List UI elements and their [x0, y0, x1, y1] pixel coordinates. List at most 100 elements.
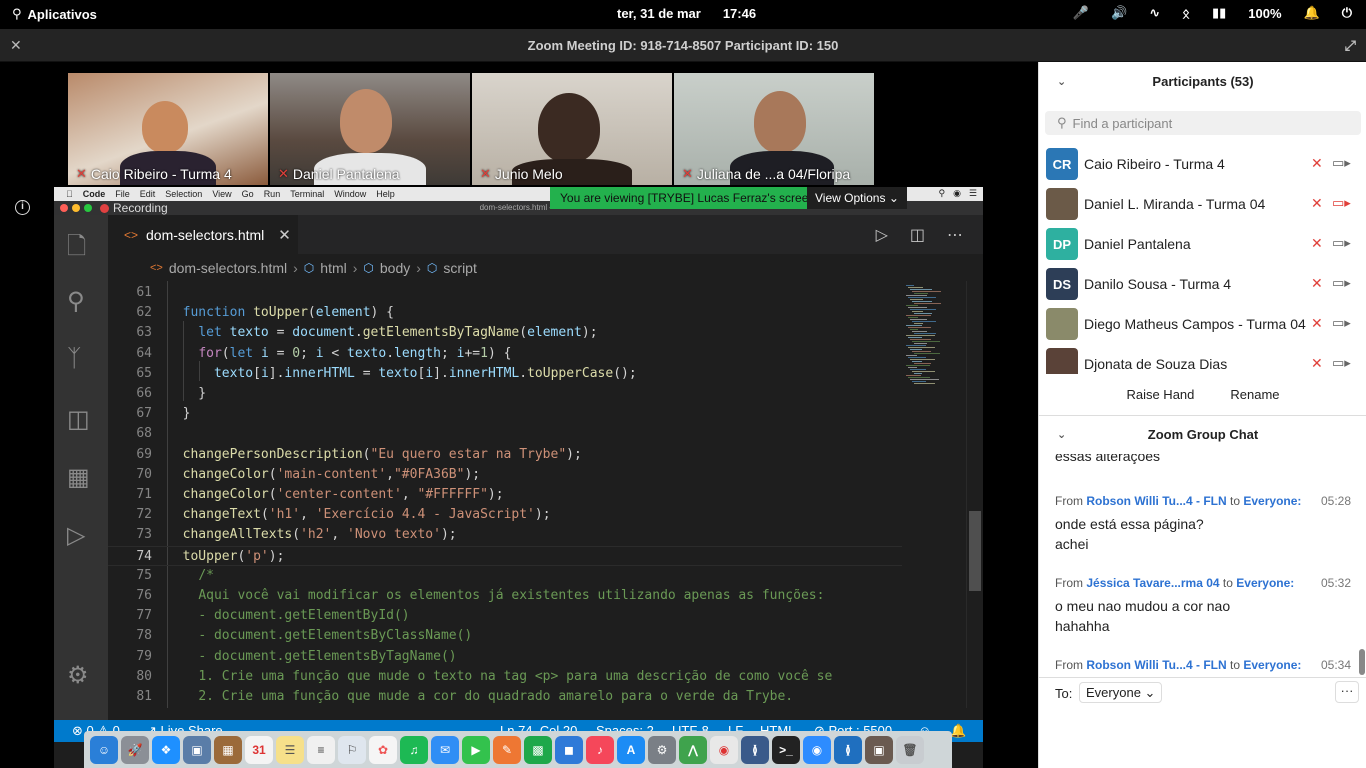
wifi-icon[interactable]: ∿: [1149, 5, 1160, 21]
run-icon[interactable]: ▷: [876, 225, 888, 245]
mic-muted-icon[interactable]: ✕: [1311, 275, 1323, 292]
code-line[interactable]: 79 - document.getElementsByTagName(): [108, 647, 954, 667]
preview-icon[interactable]: ▣: [183, 735, 211, 764]
participant-item[interactable]: Diego Matheus Campos - Turma 04 ✕ ▭▸: [1039, 304, 1366, 344]
code-line[interactable]: 64 for(let i = 0; i < texto.length; i+=1…: [108, 344, 954, 364]
trash-icon[interactable]: 🗑: [896, 735, 924, 764]
code-line[interactable]: 76 Aqui você vai modificar os elementos …: [108, 586, 954, 606]
participant-item[interactable]: DS Danilo Sousa - Turma 4 ✕ ▭▸: [1039, 264, 1366, 304]
participant-item[interactable]: Daniel L. Miranda - Turma 04 ✕ ▭▸: [1039, 184, 1366, 224]
scrollbar-thumb[interactable]: [1359, 649, 1365, 675]
sender-name[interactable]: Robson Willi Tu...4 - FLN: [1086, 494, 1226, 508]
participant-list[interactable]: CR Caio Ribeiro - Turma 4 ✕ ▭▸ Daniel L. Mir…: [1039, 144, 1366, 374]
code-line[interactable]: 62 function toUpper(element) {: [108, 303, 954, 323]
image-thumbnail-icon[interactable]: ▣: [865, 735, 893, 764]
facetime-icon[interactable]: ▶: [462, 735, 490, 764]
video-camera-icon[interactable]: ▭▸: [1332, 315, 1351, 331]
code-line[interactable]: 67 }: [108, 404, 954, 424]
video-camera-icon[interactable]: ▭▸: [1332, 355, 1351, 371]
chat-scrollbar[interactable]: [1359, 454, 1365, 677]
more-actions-icon[interactable]: ⋯: [947, 225, 963, 245]
notification-bell-icon[interactable]: 🔔: [1304, 5, 1320, 21]
collapse-chevron-icon[interactable]: ⌄: [1057, 62, 1066, 102]
sender-name[interactable]: Jéssica Tavare...rma 04: [1086, 576, 1219, 590]
microphone-icon[interactable]: 🎤: [1073, 5, 1089, 21]
system-preferences-icon[interactable]: ⚙: [648, 735, 676, 764]
source-control-icon[interactable]: ᛉ: [67, 345, 81, 373]
code-line[interactable]: 69 changePersonDescription("Eu quero est…: [108, 445, 954, 465]
explorer-icon[interactable]: 🗋: [67, 229, 86, 270]
pages-icon[interactable]: ✎: [493, 735, 521, 764]
recipient-select[interactable]: Everyone ⌄: [1079, 682, 1163, 703]
bluetooth-icon[interactable]: ᛟ: [1182, 6, 1190, 21]
expand-icon[interactable]: ⤢: [1345, 29, 1356, 62]
breadcrumb-item[interactable]: body: [380, 260, 410, 276]
search-input[interactable]: [1072, 115, 1333, 131]
view-options-button[interactable]: View Options ⌄: [807, 187, 907, 209]
raise-hand-button[interactable]: Raise Hand: [1112, 380, 1209, 408]
apps-menu[interactable]: ⚲ Aplicativos: [12, 6, 97, 22]
code-line[interactable]: 74 toUpper('p');: [108, 545, 954, 566]
music-icon[interactable]: ♪: [586, 735, 614, 764]
launchpad-icon[interactable]: 🚀: [121, 735, 149, 764]
clock[interactable]: ter, 31 de mar 17:46: [617, 6, 756, 21]
code-line[interactable]: 78 - document.getElementsByClassName(): [108, 626, 954, 646]
volume-icon[interactable]: 🔊: [1111, 5, 1127, 21]
split-editor-icon[interactable]: ◫: [910, 225, 925, 245]
breadcrumb-item[interactable]: dom-selectors.html: [169, 260, 287, 276]
keynote-icon[interactable]: ◼: [555, 735, 583, 764]
code-line[interactable]: 77 - document.getElementById(): [108, 606, 954, 626]
notebook-icon[interactable]: ▦: [214, 735, 242, 764]
video-camera-icon[interactable]: ▭▸: [1332, 155, 1351, 171]
sender-name[interactable]: Robson Willi Tu...4 - FLN: [1086, 658, 1226, 672]
participant-search[interactable]: ⚲: [1045, 111, 1361, 135]
finder-icon[interactable]: ☺: [90, 735, 118, 764]
more-options-button[interactable]: ···: [1335, 681, 1359, 703]
editor-tab[interactable]: <> dom-selectors.html ✕: [108, 215, 298, 254]
code-line[interactable]: 73 changeAllTexts('h2', 'Novo texto');: [108, 525, 954, 545]
code-line[interactable]: 65 texto[i].innerHTML = texto[i].innerHT…: [108, 364, 954, 384]
video-camera-icon[interactable]: ▭▸: [1332, 275, 1351, 291]
app-store-icon[interactable]: A: [617, 735, 645, 764]
mic-muted-icon[interactable]: ✕: [1311, 235, 1323, 252]
reminders-icon[interactable]: ≡: [307, 735, 335, 764]
code-line[interactable]: 72 changeText('h1', 'Exercício 4.4 - Jav…: [108, 505, 954, 525]
maps-icon[interactable]: ⚐: [338, 735, 366, 764]
code-line[interactable]: 70 changeColor('main-content',"#0FA36B")…: [108, 465, 954, 485]
notes-icon[interactable]: ☰: [276, 735, 304, 764]
safari-icon[interactable]: ❖: [152, 735, 180, 764]
info-icon[interactable]: i: [15, 200, 30, 215]
rename-button[interactable]: Rename: [1216, 380, 1294, 408]
calendar-icon[interactable]: 31: [245, 735, 273, 764]
code-line[interactable]: 68: [108, 424, 954, 444]
numbers-icon[interactable]: ▩: [524, 735, 552, 764]
photos-icon[interactable]: ✿: [369, 735, 397, 764]
scrollbar-thumb[interactable]: [969, 511, 981, 591]
video-thumbnail[interactable]: ✕ Caio Ribeiro - Turma 4: [68, 73, 268, 185]
battery-icon[interactable]: ▮▮: [1212, 5, 1226, 21]
editor-scrollbar[interactable]: [966, 281, 981, 708]
code-line[interactable]: 66 }: [108, 384, 954, 404]
vscode-icon[interactable]: ≬: [834, 735, 862, 764]
notification-bell-icon[interactable]: 🔔: [950, 723, 966, 739]
code-line[interactable]: 71 changeColor('center-content', "#FFFFF…: [108, 485, 954, 505]
vscode-insiders-icon[interactable]: ≬: [741, 735, 769, 764]
recipient-name[interactable]: Everyone:: [1243, 494, 1301, 508]
video-off-icon[interactable]: ▭▸: [1332, 195, 1351, 211]
zoom-icon[interactable]: ◉: [803, 735, 831, 764]
android-studio-icon[interactable]: ⋀: [679, 735, 707, 764]
participant-item[interactable]: CR Caio Ribeiro - Turma 4 ✕ ▭▸: [1039, 144, 1366, 184]
mic-muted-icon[interactable]: ✕: [1311, 195, 1323, 212]
gear-icon[interactable]: ⚙: [67, 661, 89, 690]
participant-item[interactable]: Djonata de Souza Dias ✕ ▭▸: [1039, 344, 1366, 374]
code-line[interactable]: 81 2. Crie uma função que mude a cor do …: [108, 687, 954, 707]
search-icon[interactable]: ⚲: [67, 287, 85, 316]
messages-icon[interactable]: ✉: [431, 735, 459, 764]
code-line[interactable]: 61: [108, 283, 954, 303]
code-line[interactable]: 63 let texto = document.getElementsByTag…: [108, 323, 954, 343]
close-icon[interactable]: ✕: [278, 226, 291, 244]
video-thumbnail[interactable]: ✕ Juliana de ...a 04/Floripa: [674, 73, 874, 185]
run-debug-icon[interactable]: ▷: [67, 521, 85, 550]
power-icon[interactable]: ⏻: [1342, 5, 1352, 21]
collapse-chevron-icon[interactable]: ⌄: [1057, 415, 1066, 455]
